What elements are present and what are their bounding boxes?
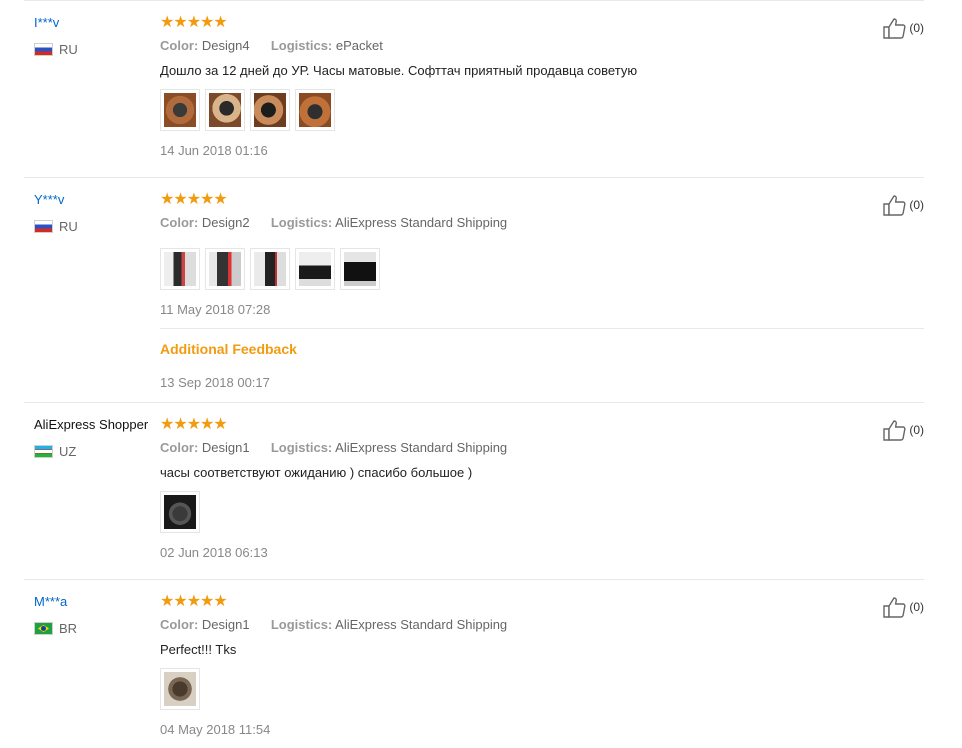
logistics-value: AliExpress Standard Shipping — [335, 215, 508, 230]
reviewer-info: Y***v RU — [34, 192, 78, 234]
review-photos — [160, 491, 924, 533]
reviewer-info: M***a BR — [34, 594, 77, 636]
review-divider — [24, 177, 924, 178]
review-divider — [24, 402, 924, 403]
color-label: Color: — [160, 440, 199, 455]
review-photo[interactable] — [340, 248, 380, 290]
country-code: UZ — [59, 444, 77, 459]
color-label: Color: — [160, 215, 199, 230]
review-photos — [160, 668, 924, 710]
helpful-count: (0) — [909, 600, 924, 614]
uzbekistan-flag-icon — [34, 445, 53, 458]
review-meta: Color: Design2 Logistics: AliExpress Sta… — [160, 215, 924, 231]
review-text: часы соответствуют ожиданию ) спасибо бо… — [160, 465, 473, 480]
review-divider — [24, 579, 924, 580]
color-label: Color: — [160, 38, 199, 53]
review-photo[interactable] — [295, 89, 335, 131]
review-body: ★★★★★ Color: Design1 Logistics: AliExpre… — [160, 594, 924, 738]
logistics-label: Logistics: — [270, 215, 333, 230]
review-date: 02 Jun 2018 06:13 — [160, 545, 268, 560]
logistics-label: Logistics: — [270, 440, 333, 455]
review-meta: Color: Design1 Logistics: AliExpress Sta… — [160, 440, 924, 456]
country-code: RU — [59, 42, 78, 57]
country-code: RU — [59, 219, 78, 234]
review-photos — [160, 89, 924, 131]
color-value: Design2 — [201, 215, 250, 230]
reviewer-country: RU — [34, 219, 78, 234]
helpful-button[interactable]: (0) — [883, 17, 924, 39]
review-text: Perfect!!! Tks — [160, 642, 237, 657]
color-label: Color: — [160, 617, 199, 632]
logistics-value: AliExpress Standard Shipping — [335, 617, 508, 632]
color-value: Design1 — [201, 617, 250, 632]
five-star-rating-icon: ★★★★★ — [160, 593, 228, 610]
brazil-flag-icon — [34, 622, 53, 635]
helpful-count: (0) — [909, 198, 924, 212]
reviewer-country: UZ — [34, 444, 148, 459]
russia-flag-icon — [34, 220, 53, 233]
thumbs-up-icon — [883, 18, 906, 39]
review-photo[interactable] — [160, 491, 200, 533]
review-photo[interactable] — [160, 89, 200, 131]
reviewer-info: AliExpress Shopper UZ — [34, 417, 148, 459]
reviewer-country: BR — [34, 621, 77, 636]
color-value: Design4 — [201, 38, 250, 53]
additional-divider — [160, 328, 924, 329]
review-meta: Color: Design4 Logistics: ePacket — [160, 38, 924, 54]
reviewer-country: RU — [34, 42, 78, 57]
five-star-rating-icon: ★★★★★ — [160, 416, 228, 433]
reviewer-name[interactable]: M***a — [34, 594, 77, 610]
review-body: ★★★★★ Color: Design2 Logistics: AliExpre… — [160, 192, 924, 391]
review-photo[interactable] — [250, 248, 290, 290]
thumbs-up-icon — [883, 597, 906, 618]
five-star-rating-icon: ★★★★★ — [160, 191, 228, 208]
thumbs-up-icon — [883, 420, 906, 441]
color-value: Design1 — [201, 440, 250, 455]
review-photo[interactable] — [160, 248, 200, 290]
reviewer-info: I***v RU — [34, 15, 78, 57]
review-photo[interactable] — [205, 248, 245, 290]
logistics-label: Logistics: — [270, 38, 333, 53]
additional-feedback-label: Additional Feedback — [160, 341, 297, 357]
helpful-count: (0) — [909, 423, 924, 437]
review-photo[interactable] — [250, 89, 290, 131]
review-text: Дошло за 12 дней до УР. Часы матовые. Со… — [160, 63, 638, 78]
logistics-value: ePacket — [335, 38, 383, 53]
review-photo[interactable] — [160, 668, 200, 710]
country-code: BR — [59, 621, 78, 636]
helpful-button[interactable]: (0) — [883, 596, 924, 618]
review-photos — [160, 248, 924, 290]
five-star-rating-icon: ★★★★★ — [160, 14, 228, 31]
review-body: ★★★★★ Color: Design1 Logistics: AliExpre… — [160, 417, 924, 561]
helpful-button[interactable]: (0) — [883, 419, 924, 441]
review-photo[interactable] — [205, 89, 245, 131]
helpful-count: (0) — [909, 21, 924, 35]
thumbs-up-icon — [883, 195, 906, 216]
review-date: 11 May 2018 07:28 — [160, 302, 271, 317]
logistics-label: Logistics: — [270, 617, 333, 632]
logistics-value: AliExpress Standard Shipping — [335, 440, 508, 455]
russia-flag-icon — [34, 43, 53, 56]
additional-feedback-date: 13 Sep 2018 00:17 — [160, 375, 270, 390]
reviewer-name: AliExpress Shopper — [34, 417, 149, 432]
top-divider — [24, 0, 924, 1]
review-meta: Color: Design1 Logistics: AliExpress Sta… — [160, 617, 924, 633]
review-date: 14 Jun 2018 01:16 — [160, 143, 268, 158]
helpful-button[interactable]: (0) — [883, 194, 924, 216]
review-photo[interactable] — [295, 248, 335, 290]
reviewer-name[interactable]: I***v — [34, 15, 78, 31]
review-body: ★★★★★ Color: Design4 Logistics: ePacket … — [160, 15, 924, 159]
review-date: 04 May 2018 11:54 — [160, 722, 271, 737]
reviewer-name[interactable]: Y***v — [34, 192, 78, 208]
